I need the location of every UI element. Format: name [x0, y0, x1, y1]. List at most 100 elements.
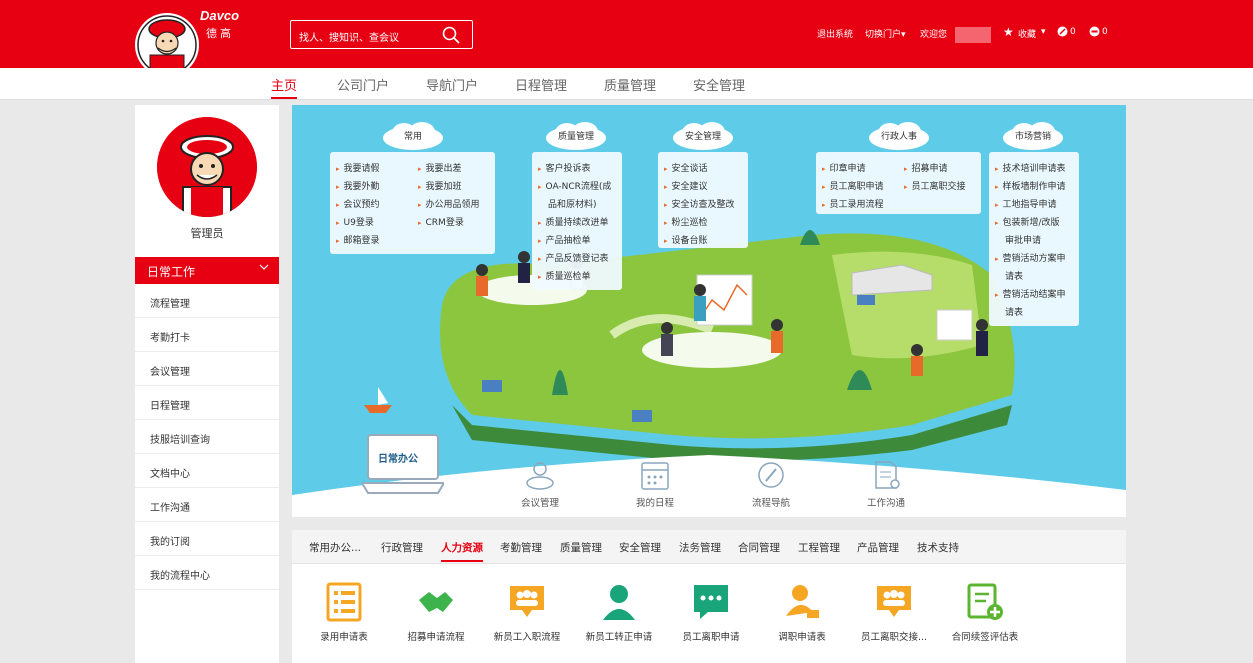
section-daily-work[interactable]: 日常工作	[135, 257, 279, 284]
link-equipment-ledger[interactable]: 设备台账	[664, 233, 708, 246]
nav-navigation-portal[interactable]: 导航门户	[426, 75, 478, 94]
link-quality-improvement[interactable]: 质量持续改进单	[538, 215, 609, 228]
link-hiring-process[interactable]: 员工录用流程	[822, 197, 884, 210]
panel-safety: 安全谈话 安全建议 安全访查及整改 粉尘巡检 设备台账	[658, 152, 748, 248]
sidebar-item-schedule[interactable]: 日程管理	[135, 386, 279, 420]
link-office-supplies[interactable]: 办公用品领用	[418, 197, 480, 210]
tab-product[interactable]: 产品管理	[857, 540, 899, 555]
switch-portal-link[interactable]: 切换门户▾	[865, 27, 906, 40]
office-meeting[interactable]: 会议管理	[505, 459, 575, 509]
nav-safety[interactable]: 安全管理	[693, 75, 745, 94]
sidebar-item-communication[interactable]: 工作沟通	[135, 488, 279, 522]
link-oa-ncr-cont[interactable]: 品和原材料)	[538, 197, 597, 210]
link-mail-login[interactable]: 邮箱登录	[336, 233, 380, 246]
search-box[interactable]: 找人、搜知识、查会议	[290, 20, 473, 49]
compass-icon	[758, 462, 784, 488]
link-recruit-request[interactable]: 招募申请	[904, 161, 948, 174]
link-packaging-change[interactable]: 包装新增/改版	[995, 215, 1060, 228]
star-icon[interactable]: ★	[1003, 25, 1014, 39]
search-input[interactable]: 找人、搜知识、查会议	[299, 29, 399, 44]
link-business-trip[interactable]: 我要出差	[418, 161, 462, 174]
link-marketing-close-cont[interactable]: 请表	[995, 305, 1023, 318]
panel-marketing: 技术培训申请表 样板墙制作申请 工地指导申请 包装新增/改版 审批申请 营销活动…	[989, 152, 1079, 326]
link-marketing-plan[interactable]: 营销活动方案申	[995, 251, 1066, 264]
link-product-feedback[interactable]: 产品反馈登记表	[538, 251, 609, 264]
avatar[interactable]	[157, 117, 257, 217]
app-label: 合同续签评估表	[951, 632, 1019, 643]
link-seal-request[interactable]: 印章申请	[822, 161, 866, 174]
tab-common-office[interactable]: 常用办公...	[309, 540, 361, 555]
link-resignation[interactable]: 员工离职申请	[822, 179, 884, 192]
meeting-icon	[526, 462, 554, 490]
link-dust-patrol[interactable]: 粉尘巡检	[664, 215, 708, 228]
office-my-schedule[interactable]: 我的日程	[620, 459, 690, 509]
tab-attendance[interactable]: 考勤管理	[500, 540, 542, 555]
link-oa-ncr[interactable]: OA-NCR流程(成	[538, 179, 612, 192]
tab-safety[interactable]: 安全管理	[619, 540, 661, 555]
link-safety-suggestion[interactable]: 安全建议	[664, 179, 708, 192]
sidebar-item-documents[interactable]: 文档中心	[135, 454, 279, 488]
link-u9-login[interactable]: U9登录	[336, 215, 374, 228]
user-transfer-icon	[786, 585, 819, 618]
nav-home[interactable]: 主页	[271, 75, 298, 99]
tab-admin[interactable]: 行政管理	[381, 540, 423, 555]
company-logo[interactable]: Davco 德高	[134, 5, 244, 77]
favorites-link[interactable]: 收藏	[1018, 27, 1036, 40]
notice-icon[interactable]	[1089, 26, 1100, 40]
link-crm-login[interactable]: CRM登录	[418, 215, 464, 228]
link-resignation-handover[interactable]: 员工离职交接	[904, 179, 966, 192]
document-gear-icon	[875, 461, 900, 489]
nav-company-portal[interactable]: 公司门户	[337, 75, 389, 94]
sidebar-item-subscriptions[interactable]: 我的订阅	[135, 522, 279, 556]
logout-link[interactable]: 退出系统	[817, 27, 853, 40]
link-quality-patrol[interactable]: 质量巡检单	[538, 269, 591, 282]
tab-legal[interactable]: 法务管理	[679, 540, 721, 555]
office-communication-label: 工作沟通	[866, 498, 905, 509]
tab-quality[interactable]: 质量管理	[560, 540, 602, 555]
link-safety-talk[interactable]: 安全谈话	[664, 161, 708, 174]
cloud-title-common: 常用	[403, 132, 422, 142]
nav-schedule[interactable]: 日程管理	[515, 75, 567, 94]
office-process-nav[interactable]: 流程导航	[736, 459, 806, 509]
sidebar-item-meetings[interactable]: 会议管理	[135, 352, 279, 386]
link-marketing-plan-cont[interactable]: 请表	[995, 269, 1023, 282]
office-my-schedule-label: 我的日程	[635, 498, 674, 509]
link-leave[interactable]: 我要请假	[336, 161, 380, 174]
sidebar-item-my-processes[interactable]: 我的流程中心	[135, 556, 279, 590]
tab-hr[interactable]: 人力资源	[441, 540, 483, 562]
tab-engineering[interactable]: 工程管理	[798, 540, 840, 555]
cloud-common: 常用	[382, 121, 444, 151]
link-meeting-booking[interactable]: 会议预约	[336, 197, 380, 210]
sidebar-item-training[interactable]: 技服培训查询	[135, 420, 279, 454]
app-label: 录用申请表	[320, 632, 368, 643]
link-site-guidance[interactable]: 工地指导申请	[995, 197, 1057, 210]
link-safety-inspection[interactable]: 安全访查及整改	[664, 197, 735, 210]
chevron-down-icon[interactable]	[259, 261, 269, 275]
link-overtime[interactable]: 我要加班	[418, 179, 462, 192]
message-count: 0	[1070, 27, 1076, 37]
contract-add-icon	[967, 583, 1003, 620]
link-customer-complaint[interactable]: 客户投诉表	[538, 161, 591, 174]
cloud-quality: 质量管理	[545, 121, 607, 151]
link-marketing-close[interactable]: 营销活动结案申	[995, 287, 1066, 300]
cloud-marketing: 市场营销	[1002, 121, 1064, 151]
link-field-work[interactable]: 我要外勤	[336, 179, 380, 192]
user-icon	[603, 585, 635, 620]
brand-name-en: Davco	[200, 8, 240, 23]
nav-quality[interactable]: 质量管理	[604, 75, 656, 94]
section-title: 日常工作	[147, 265, 196, 279]
top-header: Davco 德高 找人、搜知识、查会议 退出系统 切换门户▾ 欢迎您 ★ 收藏 …	[0, 0, 1253, 77]
tab-contract[interactable]: 合同管理	[738, 540, 780, 555]
link-packaging-change-cont[interactable]: 审批申请	[995, 233, 1041, 246]
office-title: 日常办公	[378, 454, 418, 465]
message-icon[interactable]	[1057, 26, 1068, 40]
office-communication[interactable]: 工作沟通	[851, 459, 921, 509]
sidebar-item-attendance[interactable]: 考勤打卡	[135, 318, 279, 352]
link-tech-training[interactable]: 技术培训申请表	[995, 161, 1066, 174]
link-sample-wall[interactable]: 样板墙制作申请	[995, 179, 1066, 192]
sidebar-item-process[interactable]: 流程管理	[135, 284, 279, 318]
favorites-dropdown-icon[interactable]: ▾	[1041, 27, 1046, 37]
tab-tech-support[interactable]: 技术支持	[917, 540, 959, 555]
search-icon[interactable]	[442, 26, 460, 44]
link-product-sampling[interactable]: 产品抽检单	[538, 233, 591, 246]
